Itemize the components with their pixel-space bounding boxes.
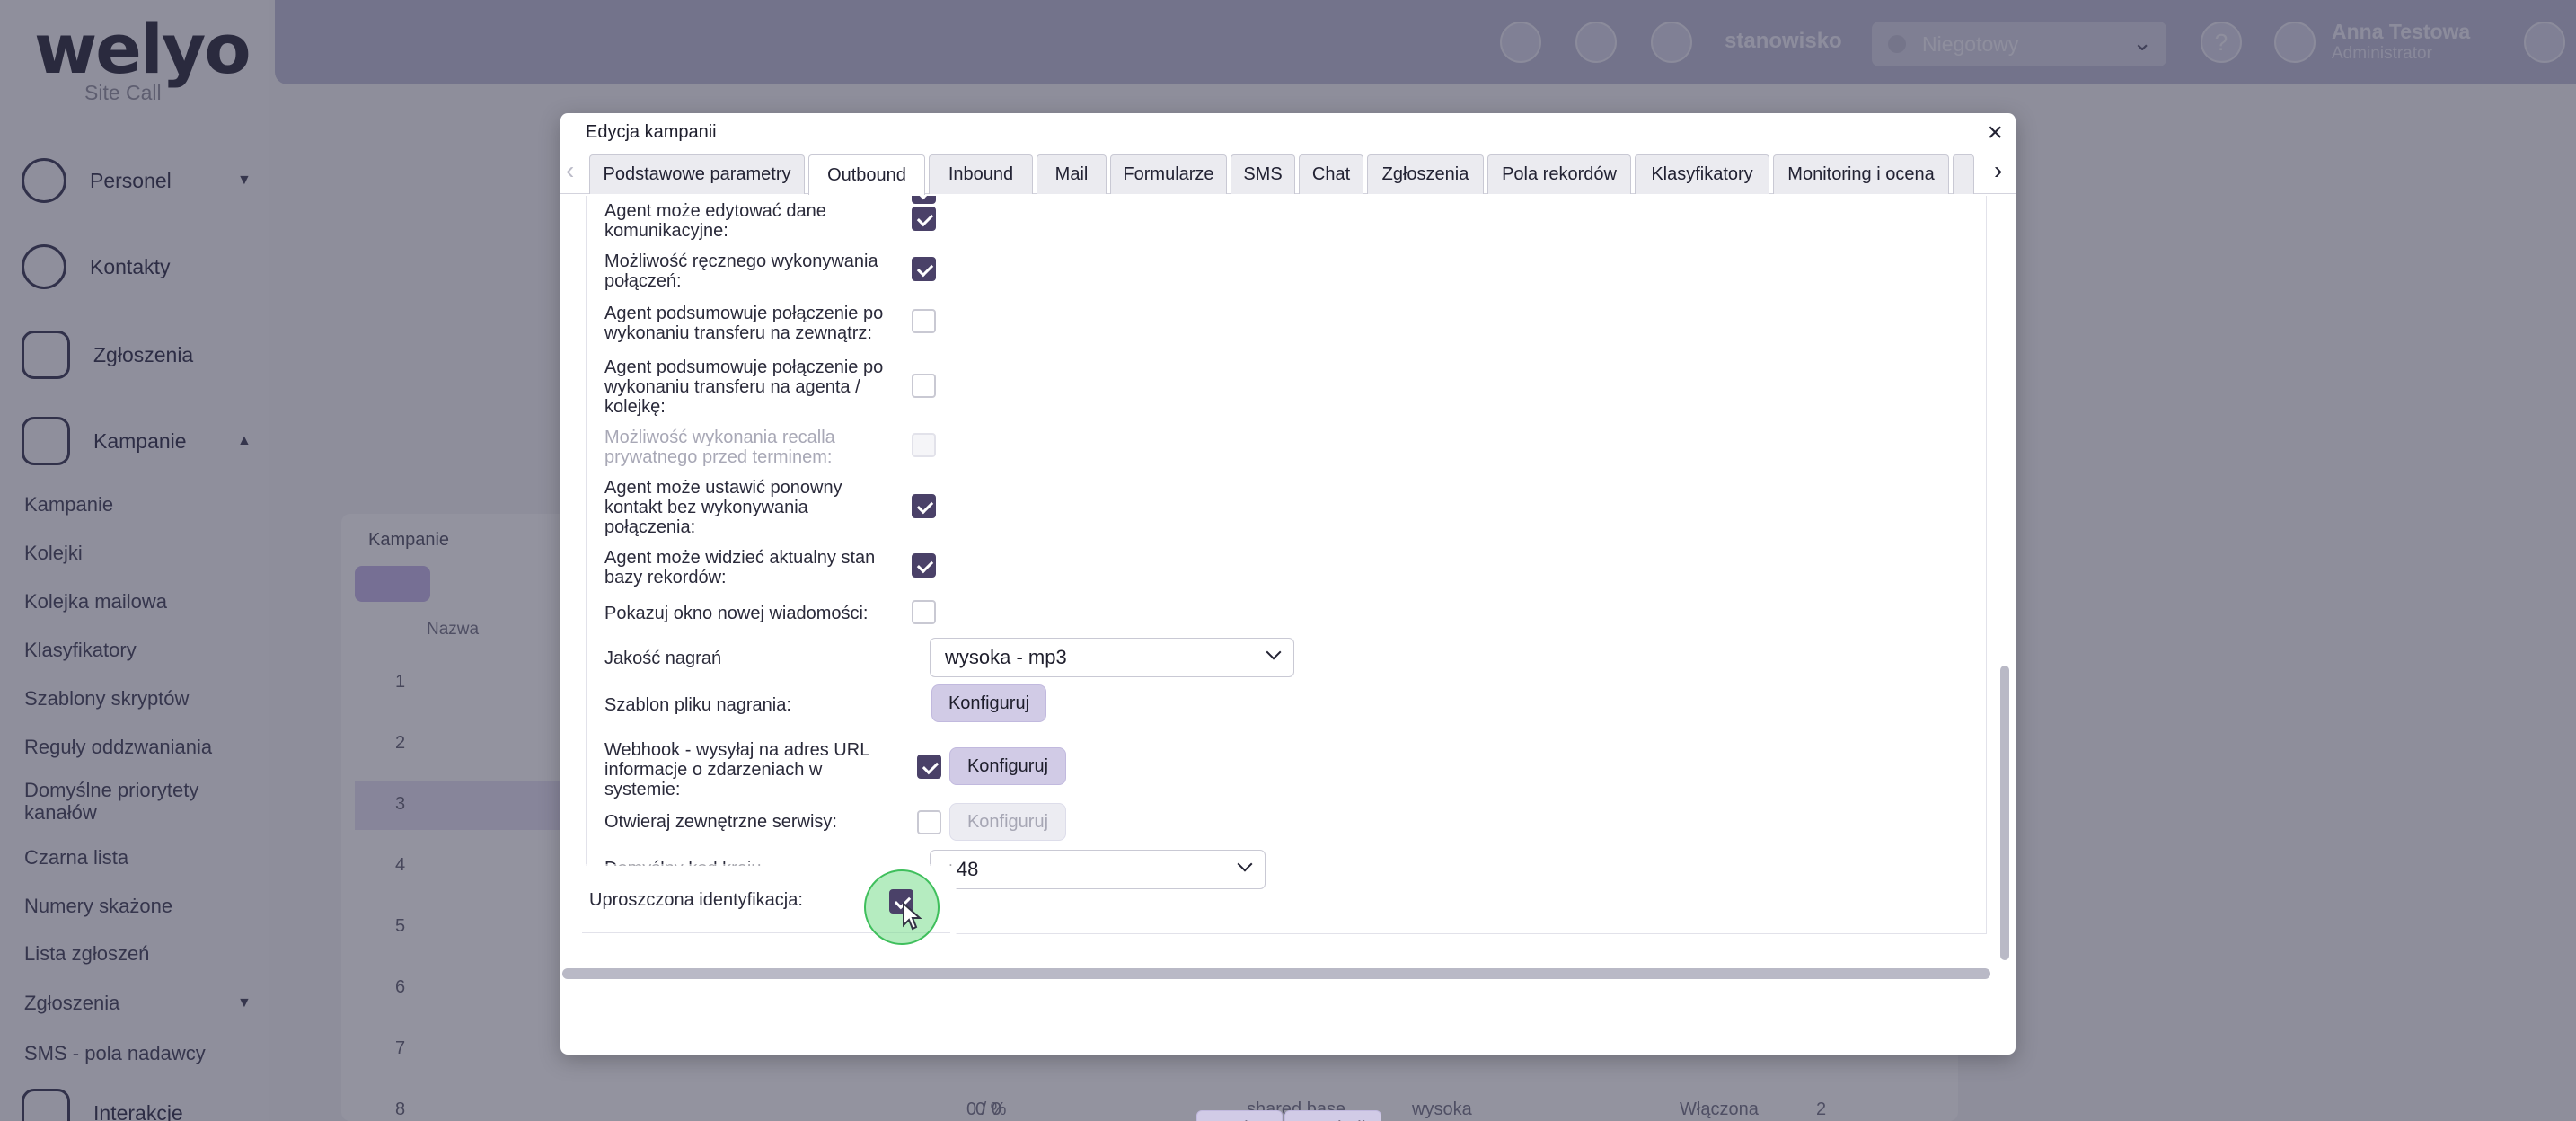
tab-formularze[interactable]: Formularze <box>1110 154 1227 194</box>
external-services-checkbox[interactable] <box>917 810 941 834</box>
new-message-window-checkbox[interactable] <box>912 600 936 624</box>
setting-label: Jakość nagrań <box>604 649 722 668</box>
tab-scroll-left-icon[interactable]: ‹ <box>566 156 574 185</box>
cursor-pointer-icon <box>903 902 922 931</box>
tab-pola-rekordow[interactable]: Pola rekordów <box>1487 154 1631 194</box>
checkbox-partial[interactable] <box>912 196 936 204</box>
edit-comm-data-checkbox[interactable] <box>912 207 936 231</box>
setting-label: Możliwość wykonania recalla prywatnego p… <box>604 428 835 467</box>
chevron-down-icon <box>1266 644 1282 660</box>
setting-label: Webhook - wysyłaj na adres URL informacj… <box>604 740 869 799</box>
setting-label: Agent może edytować dane komunikacyjne: <box>604 201 826 241</box>
webhook-configure-button[interactable]: Konfiguruj <box>949 747 1066 785</box>
recording-quality-select[interactable]: wysoka - mp3 <box>930 638 1294 677</box>
tab-podstawowe[interactable]: Podstawowe parametry <box>589 154 805 194</box>
tab-zgloszenia[interactable]: Zgłoszenia <box>1367 154 1484 194</box>
setting-label: Otwieraj zewnętrzne serwisy: <box>604 812 837 832</box>
tab-outbound[interactable]: Outbound <box>808 154 925 195</box>
view-base-state-checkbox[interactable] <box>912 553 936 578</box>
tab-partial[interactable] <box>1953 154 1974 194</box>
country-code-select[interactable]: +48 <box>930 850 1266 889</box>
summary-external-transfer-checkbox[interactable] <box>912 309 936 333</box>
setting-label: Agent może widzieć aktualny stan bazy re… <box>604 548 876 587</box>
setting-label: Pokazuj okno nowej wiadomości: <box>604 604 869 623</box>
tab-bar: ‹ Podstawowe parametry Outbound Inbound … <box>560 151 2016 195</box>
setting-label: Agent może ustawić ponowny kontakt bez w… <box>604 478 842 537</box>
vertical-scrollbar[interactable] <box>2000 666 2009 960</box>
close-button[interactable]: Zamknij <box>1284 1110 1381 1121</box>
tab-monitoring[interactable]: Monitoring i ocena <box>1773 154 1949 194</box>
setting-label: Możliwość ręcznego wykonywania połączeń: <box>604 252 878 291</box>
setting-label: Agent podsumowuje połączenie po wykonani… <box>604 357 884 417</box>
private-recall-checkbox <box>912 433 936 457</box>
webhook-checkbox[interactable] <box>917 755 941 779</box>
tab-klasyfikatory[interactable]: Klasyfikatory <box>1635 154 1769 194</box>
manual-calls-checkbox[interactable] <box>912 257 936 281</box>
tab-sms[interactable]: SMS <box>1231 154 1295 194</box>
external-services-configure-button: Konfiguruj <box>949 803 1066 841</box>
tab-inbound[interactable]: Inbound <box>929 154 1033 194</box>
summary-agent-transfer-checkbox[interactable] <box>912 374 936 398</box>
recording-template-configure-button[interactable]: Konfiguruj <box>931 684 1046 722</box>
horizontal-scrollbar[interactable] <box>562 968 1990 979</box>
recontact-without-call-checkbox[interactable] <box>912 494 936 518</box>
tab-scroll-right-icon[interactable]: › <box>1994 156 2002 185</box>
setting-label: Uproszczona identyfikacja: <box>589 890 803 910</box>
setting-label: Agent podsumowuje połączenie po wykonani… <box>604 304 884 343</box>
tab-chat[interactable]: Chat <box>1299 154 1363 194</box>
modal-title: Edycja kampanii <box>586 122 717 142</box>
setting-label: Szablon pliku nagrania: <box>604 695 791 715</box>
outbound-settings-panel: Agent może edytować dane komunikacyjne: … <box>586 196 1987 934</box>
save-button[interactable]: Zapisz <box>1196 1110 1283 1121</box>
tab-mail[interactable]: Mail <box>1037 154 1107 194</box>
select-value: wysoka - mp3 <box>945 646 1067 668</box>
chevron-down-icon <box>1237 856 1253 872</box>
close-icon[interactable]: × <box>1987 117 2003 149</box>
